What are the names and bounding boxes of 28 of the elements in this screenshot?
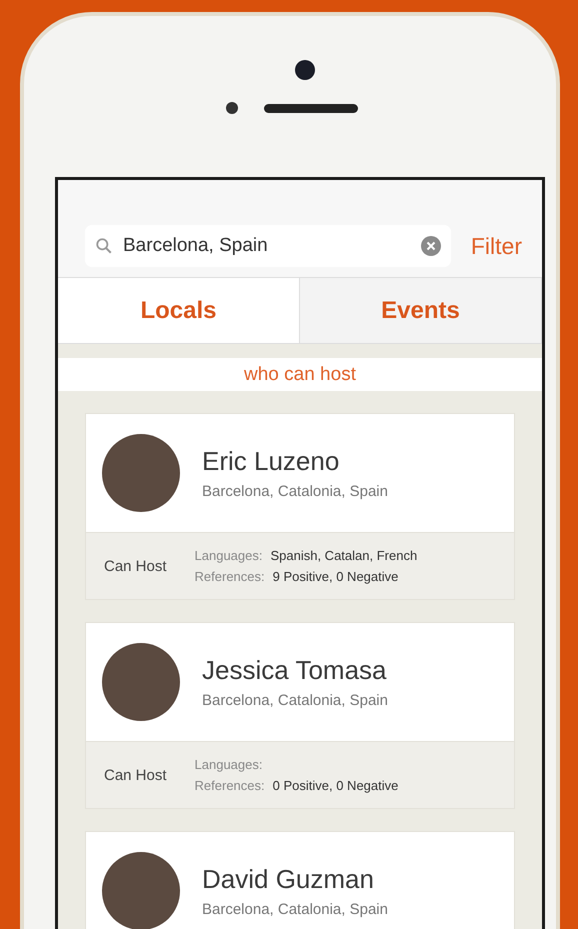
- clear-icon[interactable]: [420, 236, 441, 256]
- person-name: Eric Luzeno: [202, 446, 340, 477]
- person-location: Barcelona, Catalonia, Spain: [202, 901, 388, 918]
- languages-value: Spanish, Catalan, French: [270, 548, 418, 563]
- tab[interactable]: Events: [300, 278, 542, 344]
- person-card[interactable]: Jessica Tomasa Barcelona, Catalonia, Spain Can Host Languages: References: 0 Positive, 0 Negative: [85, 622, 515, 809]
- search-icon: [95, 237, 113, 255]
- search-field[interactable]: Barcelona, Spain: [85, 225, 451, 267]
- camera-icon: [294, 60, 314, 80]
- languages-label: Languages:: [194, 548, 262, 563]
- tab[interactable]: Locals: [58, 278, 300, 344]
- person-name: David Guzman: [202, 864, 375, 895]
- host-status: Can Host: [104, 766, 167, 784]
- list-header: who can host: [58, 358, 542, 391]
- languages-label: Languages:: [194, 757, 262, 772]
- person-location: Barcelona, Catalonia, Spain: [202, 483, 388, 500]
- host-status: Can Host: [104, 558, 167, 574]
- person-name: Jessica Tomasa: [202, 655, 388, 686]
- search-input[interactable]: Barcelona, Spain: [121, 234, 413, 258]
- person-card[interactable]: David Guzman Barcelona, Catalonia, Spain: [85, 831, 515, 929]
- references-value: 9 Positive, 0 Negative: [272, 569, 398, 584]
- person-location: Barcelona, Catalonia, Spain: [202, 692, 388, 709]
- sensor-icon: [226, 102, 238, 114]
- references-label: References:: [194, 778, 265, 793]
- speaker-icon: [264, 104, 358, 112]
- references-value: 0 Positive, 0 Negative: [272, 778, 398, 793]
- person-card[interactable]: Eric Luzeno Barcelona, Catalonia, Spain Can Host Languages: Spanish, Catalan, French References: 9 Positive, 0 Negative: [85, 413, 515, 600]
- references-label: References:: [194, 569, 265, 584]
